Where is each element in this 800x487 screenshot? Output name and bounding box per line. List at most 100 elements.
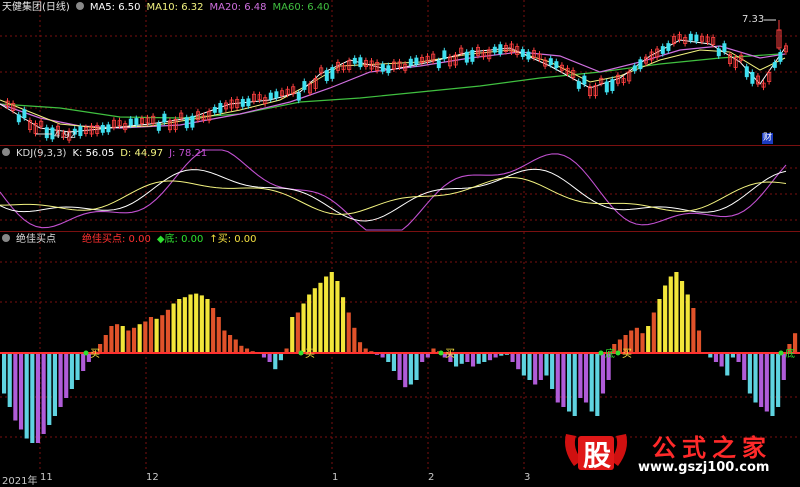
price-title: 天健集团(日线): [2, 2, 70, 13]
kdj-k-line: [0, 168, 787, 222]
indicator-bar: [199, 295, 204, 353]
financial-marker[interactable]: 财: [762, 133, 774, 144]
indicator-bar: [137, 324, 142, 353]
buy-marker: 买: [305, 348, 315, 360]
marker-dot: [598, 350, 604, 356]
indicator-bar: [103, 335, 108, 353]
indicator-bar: [295, 312, 300, 353]
low-price-label: 4.92: [54, 130, 77, 141]
candle: [576, 81, 581, 89]
indicator-bar: [194, 293, 199, 353]
indicator-bar: [736, 353, 741, 362]
bottom-marker: 底: [605, 347, 615, 360]
indicator-bar: [165, 309, 170, 353]
indicator-bar: [318, 282, 323, 353]
settings-icon[interactable]: [75, 2, 84, 10]
indicator-bar: [595, 353, 600, 416]
bottom-label: ◆底: 0.00: [156, 234, 204, 245]
indicator-bar: [341, 297, 346, 353]
indicator-bar: [510, 353, 515, 362]
indicator-bar: [290, 317, 295, 353]
settings-icon[interactable]: [2, 148, 10, 156]
kdj-j-label: J: 78.21: [169, 148, 208, 159]
candle: [330, 67, 335, 79]
marker-dot: [615, 350, 621, 356]
indicator-bar: [753, 353, 758, 403]
kdj-panel[interactable]: KDJ(9,3,3) K: 56.05 D: 44.97 J: 78.21: [0, 146, 800, 232]
price-panel[interactable]: 天健集团(日线) MA5: 6.50 MA10: 6.32 MA20: 6.48 MA6…: [0, 0, 800, 146]
indicator-bar: [35, 353, 41, 443]
indicator-bar: [109, 326, 114, 353]
marker-dot: [298, 350, 304, 356]
watermark: 股 公式之家 www.gszj100.com: [560, 426, 800, 478]
indicator-bar: [357, 342, 363, 353]
indicator-bar: [278, 353, 283, 361]
x-axis-label: 3: [524, 472, 531, 483]
indicator-bar: [555, 353, 560, 403]
candle: [778, 52, 783, 62]
candle: [694, 34, 699, 42]
kdj-title: KDJ(9,3,3): [16, 148, 67, 159]
best-buy-label: 绝佳买点: 0.00: [82, 234, 151, 245]
price-chart: [0, 0, 800, 146]
candle: [16, 114, 21, 123]
candle: [190, 115, 195, 128]
indicator-bar: [533, 353, 538, 385]
x-axis-label: 2021年: [2, 476, 38, 487]
indicator-bar: [143, 321, 148, 353]
indicator-bar: [538, 353, 543, 380]
indicator-bar: [312, 288, 317, 353]
candle: [268, 92, 273, 100]
candle: [134, 118, 139, 125]
indicator-bar: [75, 353, 80, 380]
candle: [520, 49, 525, 57]
indicator-bar: [239, 345, 244, 353]
indicator-title: 绝佳买点: [16, 234, 56, 245]
indicator-bar: [126, 330, 131, 353]
indicator-bar: [668, 276, 673, 353]
indicator-bar: [691, 308, 696, 353]
indicator-bar: [544, 353, 549, 376]
indicator-bar: [216, 317, 221, 353]
buy-marker: 买: [445, 348, 455, 360]
indicator-bar: [81, 353, 86, 371]
kdj-j-line: [0, 149, 787, 231]
indicator-bar: [470, 353, 476, 367]
kdj-header: KDJ(9,3,3) K: 56.05 D: 44.97 J: 78.21: [2, 147, 213, 160]
indicator-bar: [211, 308, 216, 353]
indicator-bar: [2, 353, 7, 394]
indicator-bar: [487, 353, 493, 361]
indicator-bar: [24, 353, 29, 439]
indicator-bar: [301, 303, 306, 353]
candle: [582, 75, 587, 85]
indicator-bar: [572, 353, 577, 416]
indicator-bar: [527, 353, 532, 380]
indicator-bar: [30, 353, 35, 443]
ma5-label: MA5: 6.50: [89, 2, 141, 13]
indicator-bar: [719, 353, 724, 367]
bottom-marker: 底: [785, 347, 795, 360]
marker-dot: [438, 350, 444, 356]
candle: [184, 117, 189, 129]
indicator-bar: [47, 353, 52, 425]
ma10-label: MA10: 6.32: [146, 2, 204, 13]
x-axis-label: 11: [40, 472, 53, 483]
indicator-bar: [567, 353, 572, 412]
indicator-bar: [465, 353, 470, 362]
indicator-bar: [521, 353, 526, 376]
candle: [218, 103, 223, 113]
indicator-bar: [52, 353, 57, 416]
indicator-bar: [561, 353, 566, 407]
indicator-bar: [307, 294, 312, 353]
candle: [386, 65, 391, 74]
candle: [498, 44, 503, 55]
indicator-bar: [13, 353, 18, 421]
kdj-d-label: D: 44.97: [120, 148, 164, 159]
indicator-bar: [476, 353, 481, 364]
indicator-bar: [115, 324, 120, 353]
indicator-bar: [177, 299, 182, 353]
settings-icon[interactable]: [2, 234, 10, 242]
logo-char: 股: [582, 439, 611, 472]
indicator-bar: [646, 326, 651, 353]
indicator-bar: [657, 299, 662, 353]
